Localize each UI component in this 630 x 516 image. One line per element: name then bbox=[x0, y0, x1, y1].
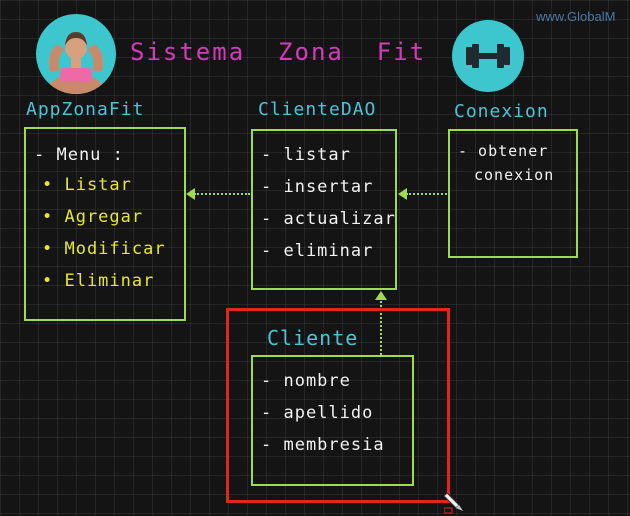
menu-item-modificar: • Modificar bbox=[42, 239, 166, 259]
cliente-box: - nombre - apellido - membresia bbox=[251, 355, 414, 486]
menu-label: - Menu : bbox=[34, 145, 124, 165]
cliente-title: Cliente bbox=[267, 326, 359, 350]
cliente-attr-apellido: - apellido bbox=[261, 403, 374, 423]
menu-item-eliminar: • Eliminar bbox=[42, 271, 155, 291]
menu-item-agregar: • Agregar bbox=[42, 207, 144, 227]
conexion-method-conexion: conexion bbox=[474, 166, 555, 184]
arrowhead-dao-bottom bbox=[375, 291, 387, 300]
app-zonafit-title: AppZonaFit bbox=[26, 99, 145, 120]
conexion-title: Conexion bbox=[454, 101, 549, 122]
cliente-attr-membresia: - membresia bbox=[261, 435, 385, 455]
cliente-dao-title: ClienteDAO bbox=[258, 99, 377, 120]
dumbbell-avatar bbox=[452, 20, 524, 92]
cliente-attr-nombre: - nombre bbox=[261, 371, 351, 391]
watermark: www.GlobalM bbox=[536, 9, 616, 24]
menu-item-listar: • Listar bbox=[42, 175, 132, 195]
dao-method-actualizar: - actualizar bbox=[261, 209, 396, 229]
arrowhead-dao bbox=[398, 188, 407, 200]
cliente-dao-box: - listar - insertar - actualizar - elimi… bbox=[251, 129, 397, 290]
arrow-conexion-to-dao bbox=[406, 193, 447, 195]
dao-method-listar: - listar bbox=[261, 145, 351, 165]
fitness-woman-avatar bbox=[36, 14, 116, 94]
app-zonafit-box: - Menu : • Listar • Agregar • Modificar … bbox=[24, 127, 186, 321]
pen-cursor-icon bbox=[444, 492, 463, 514]
diagram-title: Sistema Zona Fit bbox=[130, 38, 427, 66]
arrow-dao-to-app bbox=[194, 193, 250, 195]
conexion-box: - obtener conexion bbox=[448, 129, 578, 258]
dao-method-insertar: - insertar bbox=[261, 177, 374, 197]
dao-method-eliminar: - eliminar bbox=[261, 241, 374, 261]
arrowhead-app bbox=[186, 188, 195, 200]
dumbbell-icon bbox=[466, 44, 510, 68]
flexing-woman-icon bbox=[46, 32, 106, 94]
